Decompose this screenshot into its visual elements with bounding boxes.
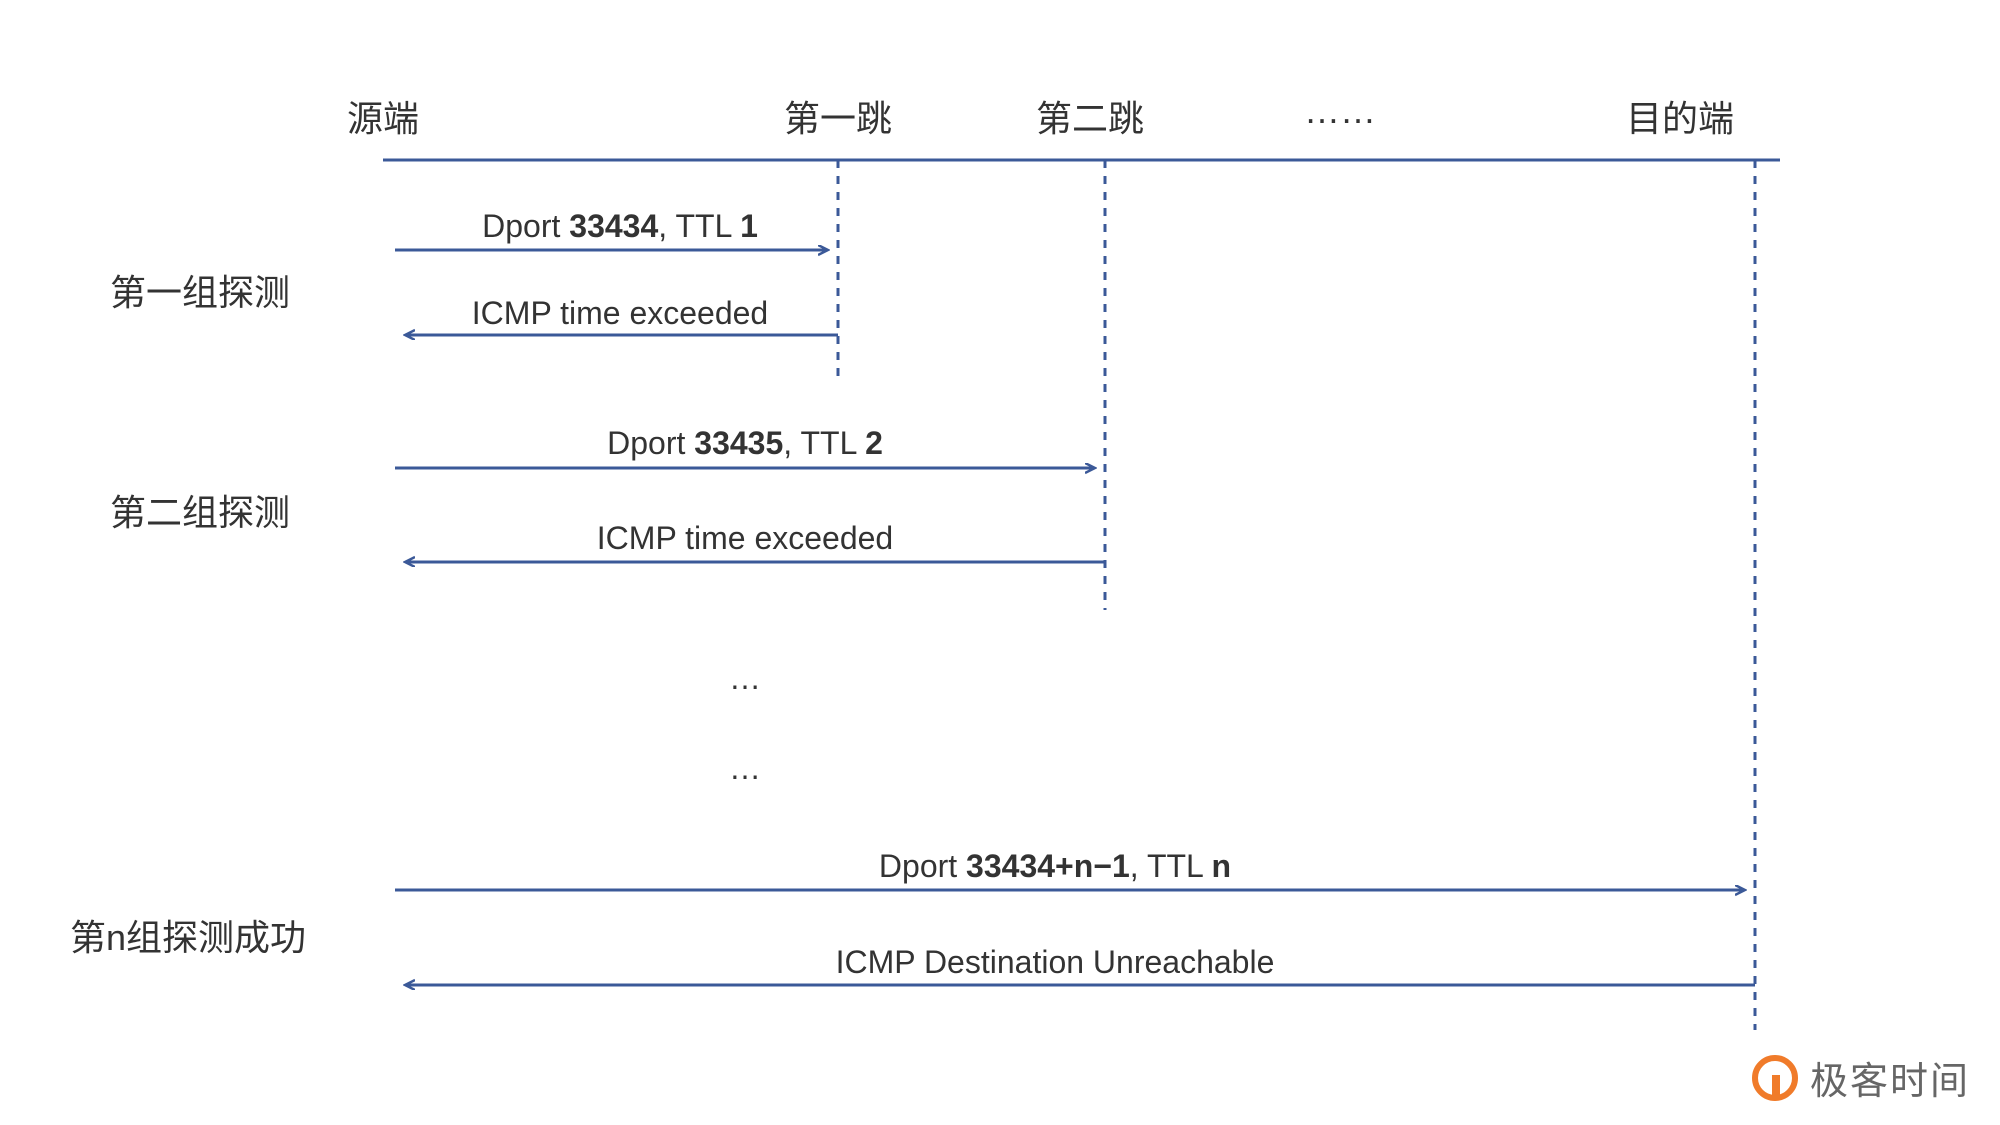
geektime-logo-icon bbox=[1752, 1055, 1798, 1101]
watermark: 极客时间 bbox=[1752, 1050, 1970, 1105]
diagram-svg bbox=[0, 0, 2000, 1125]
watermark-text: 极客时间 bbox=[1810, 1050, 1970, 1105]
traceroute-sequence-diagram: 源端 第一跳 第二跳 …… 目的端 第一组探测 第二组探测 第n组探测成功 Dp… bbox=[0, 0, 2000, 1125]
